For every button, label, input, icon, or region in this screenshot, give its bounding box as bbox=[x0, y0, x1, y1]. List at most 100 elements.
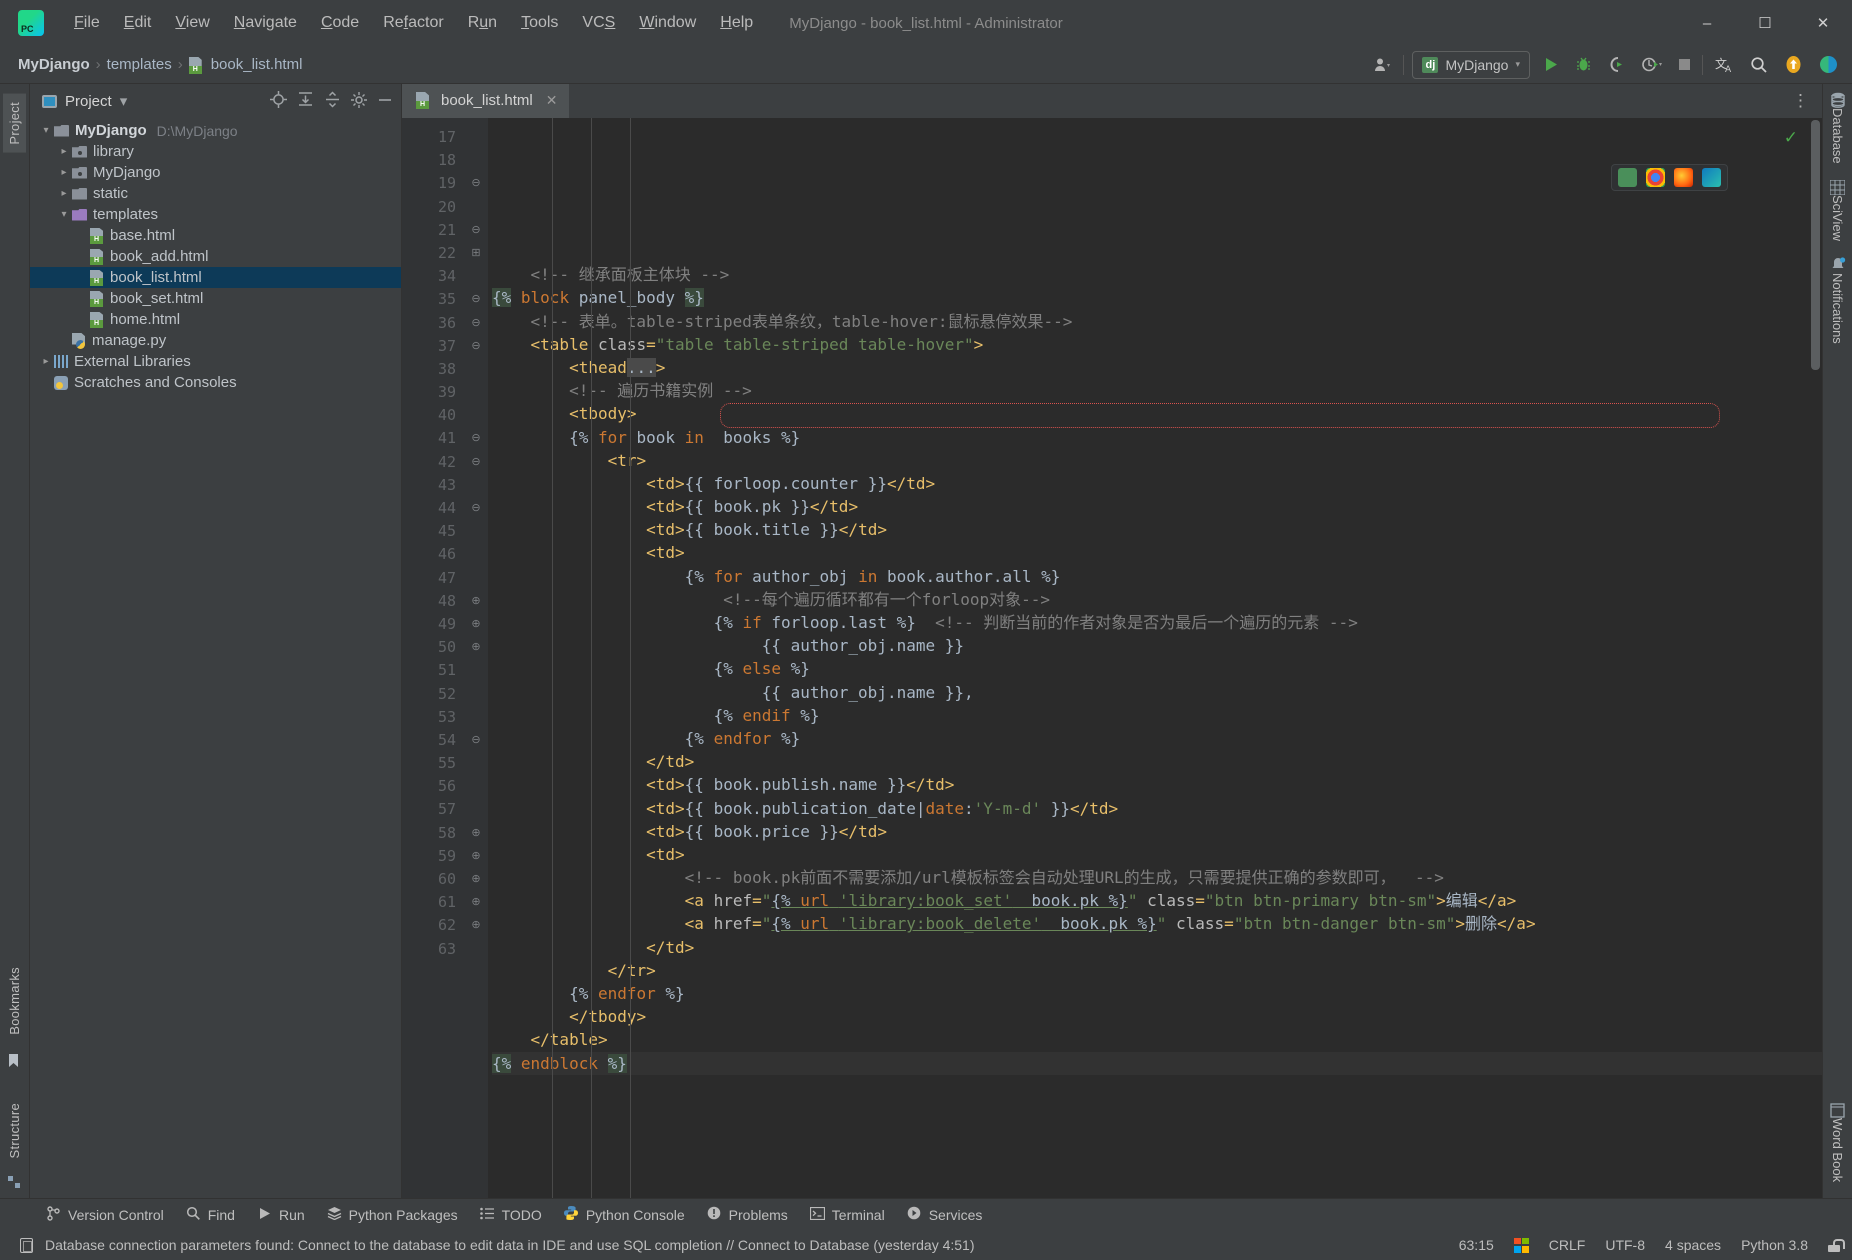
code-line-43[interactable]: <!--每个遍历循环都有一个forloop对象--> bbox=[492, 588, 1822, 611]
run-configuration-selector[interactable]: dj MyDjango ▾ bbox=[1412, 50, 1530, 79]
tool-tab-notifications[interactable]: Notifications bbox=[1830, 257, 1846, 343]
stop-button[interactable] bbox=[1675, 52, 1694, 78]
code-line-35[interactable]: <tbody> bbox=[492, 402, 1822, 425]
editor-options-icon[interactable]: ⋮ bbox=[1792, 91, 1810, 111]
bottom-tool-problems[interactable]: Problems bbox=[707, 1206, 788, 1223]
code-line-45[interactable]: {{ author_obj.name }} bbox=[492, 634, 1822, 657]
code-line-41[interactable]: <td> bbox=[492, 541, 1822, 564]
code-line-46[interactable]: {% else %} bbox=[492, 657, 1822, 680]
tree-node-external-libraries[interactable]: ▸ External Libraries bbox=[30, 351, 401, 372]
chrome-browser-icon[interactable] bbox=[1646, 168, 1665, 187]
disclosure-triangle-icon[interactable]: ▸ bbox=[56, 188, 72, 199]
code-line-52[interactable]: <td>{{ book.publication_date|date:'Y-m-d… bbox=[492, 797, 1822, 820]
code-line-63[interactable]: {% endblock %} bbox=[492, 1051, 1822, 1075]
bottom-tool-run[interactable]: Run bbox=[257, 1207, 305, 1223]
tree-node-home-html[interactable]: home.html bbox=[30, 309, 401, 330]
fold-marker[interactable]: ⊕ bbox=[464, 868, 488, 891]
windows-icon[interactable] bbox=[1513, 1237, 1529, 1253]
bottom-tool-python-packages[interactable]: Python Packages bbox=[327, 1206, 458, 1223]
fold-marker[interactable]: ⊕ bbox=[464, 636, 488, 659]
minimize-button[interactable]: – bbox=[1678, 0, 1736, 46]
tree-node-book-list-html[interactable]: book_list.html bbox=[30, 267, 401, 288]
run-coverage-button[interactable] bbox=[1604, 52, 1629, 78]
code-line-17[interactable] bbox=[492, 240, 1822, 263]
menu-tools[interactable]: Tools bbox=[509, 10, 570, 36]
fold-marker[interactable]: ⊖ bbox=[464, 219, 488, 242]
code-line-20[interactable]: <!-- 表单。table-striped表单条纹，table-hover:鼠标… bbox=[492, 310, 1822, 333]
fold-marker[interactable]: ⊖ bbox=[464, 335, 488, 358]
code-line-36[interactable]: {% for book in books %} bbox=[492, 426, 1822, 449]
editor-tab-book-list[interactable]: book_list.html ✕ bbox=[402, 84, 570, 118]
bottom-tool-todo[interactable]: TODO bbox=[480, 1207, 542, 1223]
code-line-37[interactable]: <tr> bbox=[492, 449, 1822, 472]
tree-node-templates[interactable]: ▾ templates bbox=[30, 204, 401, 225]
fold-marker[interactable]: ⊖ bbox=[464, 729, 488, 752]
code-line-47[interactable]: {{ author_obj.name }}, bbox=[492, 681, 1822, 704]
tree-node-static[interactable]: ▸ static bbox=[30, 183, 401, 204]
code-line-61[interactable]: </tbody> bbox=[492, 1005, 1822, 1028]
menu-code[interactable]: Code bbox=[309, 10, 371, 36]
code-line-18[interactable]: <!-- 继承面板主体块 --> bbox=[492, 263, 1822, 286]
tree-node-scratches-and-consoles[interactable]: Scratches and Consoles bbox=[30, 372, 401, 393]
code-folding-gutter[interactable]: ⊖ ⊖ ⊞ ⊖ ⊖ ⊖ ⊖ ⊖ ⊖ ⊕ ⊕ ⊕ ⊖ ⊕ ⊕ ⊕ ⊕ ⊕ bbox=[464, 118, 488, 1198]
code-line-42[interactable]: {% for author_obj in book.author.all %} bbox=[492, 565, 1822, 588]
menu-view[interactable]: View bbox=[163, 10, 221, 36]
fold-marker[interactable]: ⊕ bbox=[464, 845, 488, 868]
tool-tab-structure[interactable]: Structure bbox=[3, 1095, 26, 1166]
tool-tab-database[interactable]: Database bbox=[1830, 92, 1846, 164]
fold-marker[interactable]: ⊕ bbox=[464, 822, 488, 845]
code-line-53[interactable]: <td>{{ book.price }}</td> bbox=[492, 820, 1822, 843]
firefox-browser-icon[interactable] bbox=[1674, 168, 1693, 187]
indent-setting[interactable]: 4 spaces bbox=[1665, 1237, 1721, 1253]
tree-node-library[interactable]: ▸ library bbox=[30, 141, 401, 162]
fold-marker[interactable]: ⊕ bbox=[464, 590, 488, 613]
edge-browser-icon[interactable] bbox=[1702, 168, 1721, 187]
breadcrumb-file[interactable]: book_list.html bbox=[211, 56, 303, 73]
code-line-44[interactable]: {% if forloop.last %} <!-- 判断当前的作者对象是否为最… bbox=[492, 611, 1822, 634]
bottom-tool-python-console[interactable]: Python Console bbox=[564, 1206, 685, 1223]
breadcrumb-folder[interactable]: templates bbox=[107, 56, 172, 73]
tree-node-manage-py[interactable]: manage.py bbox=[30, 330, 401, 351]
tool-tab-sciview[interactable]: SciView bbox=[1830, 179, 1845, 241]
user-dropdown-icon[interactable] bbox=[1370, 52, 1395, 78]
code-line-55[interactable]: <!-- book.pk前面不需要添加/url模板标签会自动处理URL的生成，只… bbox=[492, 866, 1822, 889]
ai-assistant-icon[interactable] bbox=[1815, 52, 1842, 78]
close-button[interactable]: ✕ bbox=[1794, 0, 1852, 46]
code-line-50[interactable]: </td> bbox=[492, 750, 1822, 773]
update-button[interactable] bbox=[1780, 52, 1807, 78]
fold-marker[interactable]: ⊕ bbox=[464, 891, 488, 914]
fold-marker[interactable]: ⊖ bbox=[464, 497, 488, 520]
hide-panel-icon[interactable] bbox=[377, 92, 393, 111]
fold-marker[interactable]: ⊕ bbox=[464, 914, 488, 937]
code-line-56[interactable]: <a href="{% url 'library:book_set' book.… bbox=[492, 889, 1822, 912]
code-line-40[interactable]: <td>{{ book.title }}</td> bbox=[492, 518, 1822, 541]
tree-node-mydjango[interactable]: ▾ MyDjango D:\MyDjango bbox=[30, 120, 401, 141]
disclosure-triangle-icon[interactable]: ▸ bbox=[38, 356, 54, 367]
code-line-57[interactable]: <a href="{% url 'library:book_delete' bo… bbox=[492, 912, 1822, 935]
code-line-38[interactable]: <td>{{ forloop.counter }}</td> bbox=[492, 472, 1822, 495]
status-message[interactable]: Database connection parameters found: Co… bbox=[45, 1237, 975, 1253]
locate-icon[interactable] bbox=[270, 91, 287, 111]
code-line-22[interactable]: <thead...> bbox=[492, 356, 1822, 379]
structure-icon[interactable] bbox=[7, 1176, 22, 1188]
menu-window[interactable]: Window bbox=[627, 10, 708, 36]
code-line-62[interactable]: </table> bbox=[492, 1028, 1822, 1051]
disclosure-triangle-icon[interactable]: ▾ bbox=[38, 125, 54, 136]
folder-icon[interactable] bbox=[8, 163, 22, 175]
unlocked-icon[interactable] bbox=[1828, 1238, 1845, 1252]
code-line-58[interactable]: </td> bbox=[492, 936, 1822, 959]
code-editor[interactable]: 17 18 19 20 21 22 34 35 36 37 38 39 40 41 42 43 44 45 46 47… bbox=[402, 118, 1822, 1198]
code-line-60[interactable]: {% endfor %} bbox=[492, 982, 1822, 1005]
fold-marker[interactable]: ⊕ bbox=[464, 613, 488, 636]
search-everywhere-button[interactable] bbox=[1746, 52, 1772, 78]
code-line-59[interactable]: </tr> bbox=[492, 959, 1822, 982]
bookmark-icon[interactable] bbox=[8, 1053, 22, 1067]
code-line-19[interactable]: {% block panel_body %} bbox=[492, 286, 1822, 309]
inspection-status-icon[interactable]: ✓ bbox=[1784, 128, 1798, 148]
close-tab-icon[interactable]: ✕ bbox=[546, 92, 558, 109]
fold-marker[interactable]: ⊖ bbox=[464, 427, 488, 450]
code-line-51[interactable]: <td>{{ book.publish.name }}</td> bbox=[492, 773, 1822, 796]
breadcrumb-project[interactable]: MyDjango bbox=[18, 56, 90, 73]
code-line-21[interactable]: <table class="table table-striped table-… bbox=[492, 333, 1822, 356]
maximize-button[interactable]: ☐ bbox=[1736, 0, 1794, 46]
